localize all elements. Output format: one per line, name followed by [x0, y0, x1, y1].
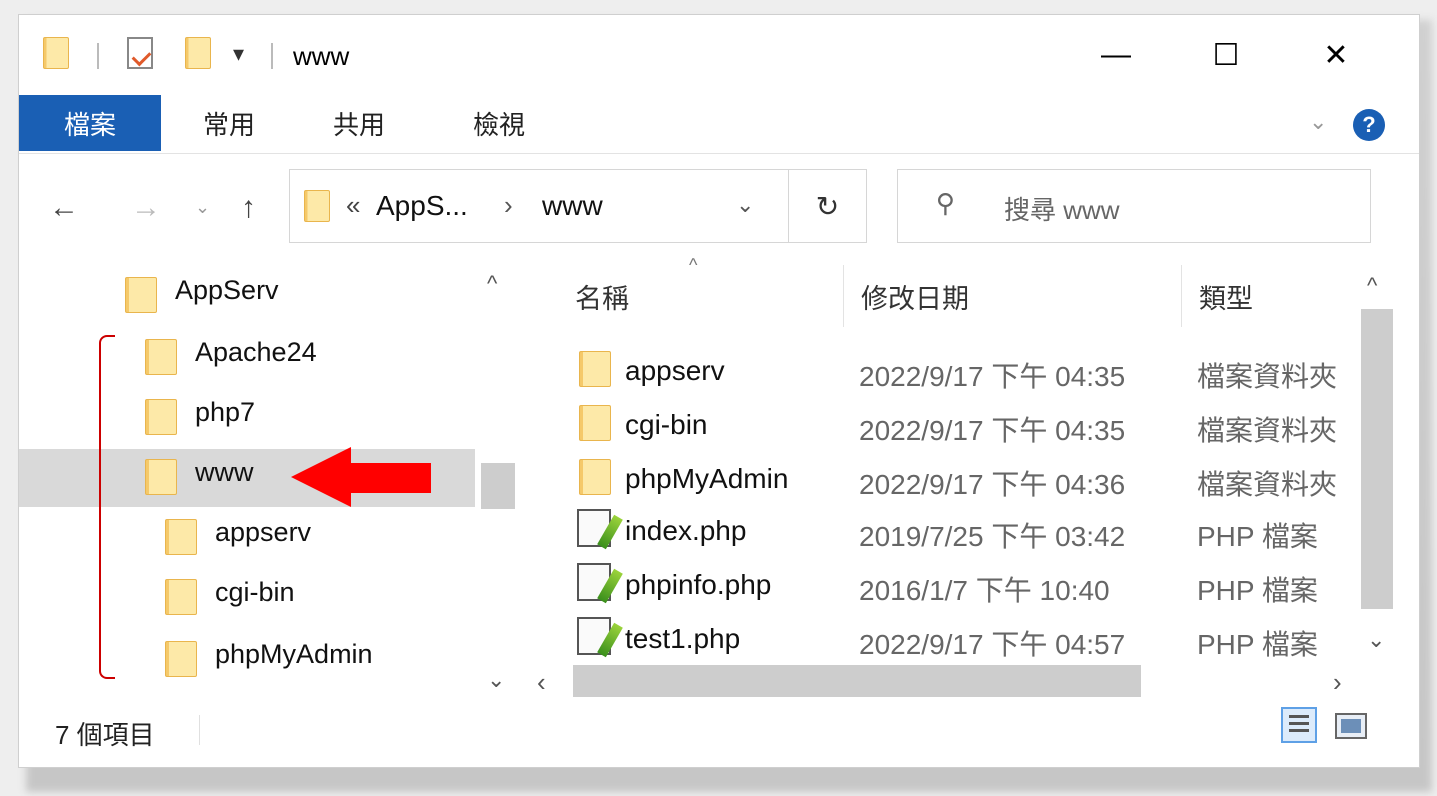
column-header-date[interactable]: 修改日期 — [861, 277, 969, 316]
quick-access-dropdown-icon[interactable]: ▾ — [233, 41, 244, 67]
nav-scrollbar-thumb[interactable] — [481, 463, 515, 509]
php-file-icon — [577, 509, 611, 547]
file-name: phpinfo.php — [625, 569, 772, 600]
tab-share[interactable]: 共用 — [309, 95, 409, 151]
breadcrumb-separator[interactable]: › — [504, 190, 513, 221]
minimize-button[interactable]: — — [1061, 15, 1171, 95]
back-button[interactable]: ← — [49, 191, 79, 225]
folder-icon — [145, 399, 177, 435]
address-dropdown-icon[interactable]: ⌄ — [736, 192, 754, 218]
recent-locations-icon[interactable]: ⌄ — [195, 197, 210, 218]
file-type: 檔案資料夾 — [1197, 361, 1338, 392]
nav-item-phpmyadmin[interactable]: phpMyAdmin — [19, 631, 479, 689]
folder-icon — [579, 459, 611, 495]
tab-view[interactable]: 檢視 — [449, 95, 549, 151]
properties-icon[interactable] — [127, 37, 153, 69]
nav-item-php7[interactable]: php7 — [19, 389, 479, 447]
file-date: 2022/9/17 下午 04:36 — [859, 469, 1126, 500]
window-title: www — [293, 41, 350, 71]
new-folder-icon[interactable] — [185, 37, 211, 69]
close-button[interactable]: ✕ — [1281, 15, 1391, 95]
file-list-horizontal-scrollbar[interactable]: ‹ › — [527, 663, 1359, 699]
sort-ascending-icon: ^ — [689, 255, 698, 275]
folder-icon — [165, 579, 197, 615]
divider — [19, 153, 1419, 154]
expand-ribbon-icon[interactable]: ⌄ — [1309, 109, 1327, 135]
php-file-icon — [577, 617, 611, 655]
file-list-scrollbar-thumb[interactable] — [1361, 309, 1393, 609]
nav-item-appserv-sub[interactable]: appserv — [19, 509, 479, 567]
search-input[interactable]: ⚲ 搜尋 www — [897, 169, 1371, 243]
status-item-count: 7 個項目 — [55, 720, 155, 750]
scroll-left-icon[interactable]: ‹ — [537, 667, 546, 698]
scroll-up-icon[interactable]: ^ — [487, 271, 497, 297]
breadcrumb-www[interactable]: www — [542, 190, 603, 222]
folder-icon — [579, 405, 611, 441]
scroll-down-icon[interactable]: ⌄ — [1367, 627, 1385, 653]
search-icon: ⚲ — [936, 188, 956, 218]
explorer-window: ▾ www — ☐ ✕ 檔案 常用 共用 檢視 ⌄ ? ← → ⌄ ↑ « Ap… — [18, 14, 1420, 768]
nav-item-cgi-bin[interactable]: cgi-bin — [19, 569, 479, 627]
file-date: 2022/9/17 下午 04:35 — [859, 361, 1126, 392]
large-icons-view-icon[interactable] — [1335, 713, 1367, 739]
file-name: appserv — [625, 355, 725, 386]
file-name: phpMyAdmin — [625, 463, 789, 494]
file-type: PHP 檔案 — [1197, 629, 1318, 660]
search-placeholder: 搜尋 www — [1004, 195, 1120, 225]
scroll-right-icon[interactable]: › — [1333, 667, 1342, 698]
nav-item-apache24[interactable]: Apache24 — [19, 329, 479, 387]
file-type: 檔案資料夾 — [1197, 415, 1338, 446]
file-list-vertical-scrollbar[interactable]: ^ ⌄ — [1359, 265, 1393, 665]
file-date: 2022/9/17 下午 04:35 — [859, 415, 1126, 446]
column-divider[interactable] — [1181, 265, 1182, 327]
scroll-up-icon[interactable]: ^ — [1367, 273, 1377, 299]
file-name: index.php — [625, 515, 747, 546]
divider — [271, 43, 273, 69]
tab-file[interactable]: 檔案 — [19, 95, 161, 151]
annotation-arrow-icon — [291, 447, 431, 507]
folder-icon — [165, 641, 197, 677]
address-bar[interactable]: « AppS... › www ⌄ — [289, 169, 789, 243]
forward-button[interactable]: → — [131, 191, 161, 225]
file-date: 2016/1/7 下午 10:40 — [859, 575, 1110, 606]
folder-icon — [125, 277, 157, 313]
column-header-type[interactable]: 類型 — [1199, 277, 1253, 316]
file-name: cgi-bin — [625, 409, 708, 440]
nav-scrollbar[interactable]: ^ ⌄ — [479, 267, 515, 697]
file-name: test1.php — [625, 623, 741, 654]
folder-icon — [165, 519, 197, 555]
refresh-button[interactable]: ↻ — [789, 169, 867, 243]
breadcrumb-appserv[interactable]: AppS... — [376, 190, 468, 222]
scroll-down-icon[interactable]: ⌄ — [487, 667, 505, 693]
details-view-icon[interactable] — [1281, 707, 1317, 743]
divider — [97, 43, 99, 69]
file-date: 2019/7/25 下午 03:42 — [859, 521, 1126, 552]
up-button[interactable]: ↑ — [241, 191, 256, 225]
folder-icon — [145, 339, 177, 375]
file-type: PHP 檔案 — [1197, 521, 1318, 552]
folder-icon — [43, 37, 69, 69]
horizontal-scrollbar-thumb[interactable] — [573, 665, 1141, 697]
folder-icon — [304, 190, 330, 222]
tab-home[interactable]: 常用 — [179, 95, 279, 151]
file-type: 檔案資料夾 — [1197, 469, 1338, 500]
php-file-icon — [577, 563, 611, 601]
file-date: 2022/9/17 下午 04:57 — [859, 629, 1126, 660]
file-type: PHP 檔案 — [1197, 575, 1318, 606]
breadcrumb-overflow[interactable]: « — [346, 190, 360, 221]
help-icon[interactable]: ? — [1353, 109, 1385, 141]
maximize-button[interactable]: ☐ — [1171, 15, 1281, 95]
column-divider[interactable] — [843, 265, 844, 327]
column-header-name[interactable]: 名稱 — [575, 277, 629, 316]
divider — [199, 715, 200, 745]
annotation-bracket — [99, 335, 115, 679]
folder-icon — [145, 459, 177, 495]
folder-icon — [579, 351, 611, 387]
nav-item-appserv[interactable]: AppServ — [19, 267, 479, 325]
